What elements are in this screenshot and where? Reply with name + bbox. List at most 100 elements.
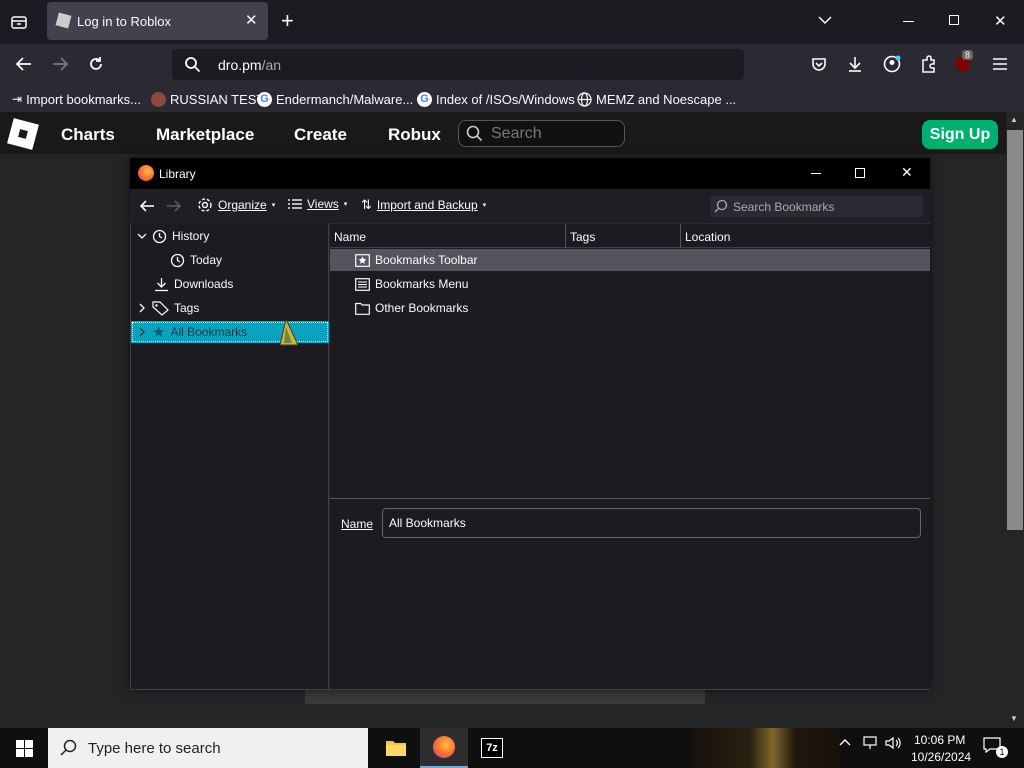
taskbar-search-box[interactable]: Type here to search <box>48 728 368 768</box>
bookmark-columns-header: Name Tags Location <box>330 224 930 248</box>
tab-title: Log in to Roblox <box>77 14 171 29</box>
column-location[interactable]: Location <box>685 230 730 244</box>
chevron-right-icon <box>137 327 147 337</box>
library-close-icon[interactable]: ✕ <box>901 164 913 181</box>
nav-marketplace[interactable]: Marketplace <box>156 125 254 145</box>
tab-close-icon[interactable]: ✕ <box>245 11 258 29</box>
minimize-icon[interactable] <box>903 21 914 22</box>
taskbar-firefox[interactable] <box>420 728 468 768</box>
library-titlebar: Library ✕ <box>130 158 930 189</box>
scrollbar-thumb[interactable] <box>1007 130 1023 530</box>
tree-item-all-bookmarks[interactable]: ★ All Bookmarks <box>137 321 247 343</box>
nav-charts[interactable]: Charts <box>61 125 115 145</box>
name-field-label: Name <box>341 517 374 531</box>
back-icon[interactable] <box>14 55 34 73</box>
reload-icon[interactable] <box>87 55 105 73</box>
app-menu-icon[interactable] <box>993 58 1007 70</box>
bookmark-import[interactable]: ⇥ Import bookmarks... <box>12 90 141 108</box>
forward-icon[interactable] <box>50 55 70 73</box>
extensions-icon[interactable] <box>920 55 937 73</box>
account-icon[interactable] <box>883 55 901 73</box>
name-field[interactable] <box>382 508 921 538</box>
bookmark-russian-test[interactable]: RUSSIAN TEST <box>151 90 264 108</box>
roblox-favicon <box>55 12 72 29</box>
seven-zip-icon: 7z <box>481 738 503 758</box>
column-divider <box>680 224 681 248</box>
chevron-down-icon <box>137 231 147 241</box>
clock-time[interactable]: 10:06 PM <box>914 733 965 747</box>
bookmark-isos[interactable]: G Index of /ISOs/Windows <box>417 90 575 108</box>
nav-create[interactable]: Create <box>294 125 347 145</box>
search-bookmarks-input[interactable]: Search Bookmarks <box>710 196 923 217</box>
views-label: Views <box>307 197 339 211</box>
library-maximize-icon[interactable] <box>855 168 865 178</box>
roblox-search-input[interactable]: Search <box>458 120 625 147</box>
chevron-down-icon: ▾ <box>271 202 276 209</box>
close-window-icon[interactable]: ✕ <box>994 12 1007 30</box>
tree-label: Tags <box>174 301 200 315</box>
horizontal-scrollbar-thumb[interactable] <box>305 690 705 704</box>
firefox-logo-icon <box>433 736 455 758</box>
ublock-extension-icon[interactable]: 8 <box>955 50 974 73</box>
bookmarks-menu-icon <box>355 277 370 291</box>
url-bar[interactable]: dro.pm/an <box>172 49 744 80</box>
show-hidden-icons[interactable] <box>838 737 852 747</box>
list-item-bookmarks-menu[interactable]: Bookmarks Menu <box>355 273 468 295</box>
organize-label: Organize <box>218 198 267 212</box>
chevron-down-icon: ▾ <box>482 202 487 209</box>
list-item-other-bookmarks[interactable]: Other Bookmarks <box>355 297 468 319</box>
bookmark-memz[interactable]: MEMZ and Noescape ... <box>577 90 736 108</box>
url-text: dro.pm/an <box>218 57 281 73</box>
bookmark-endermanch[interactable]: G Endermanch/Malware... <box>257 90 413 108</box>
tree-item-downloads[interactable]: Downloads <box>154 273 233 295</box>
folder-icon <box>355 302 370 315</box>
bookmarks-toolbar-icon <box>355 253 370 267</box>
folder-icon <box>385 739 407 757</box>
tab-list-icon[interactable] <box>10 13 28 31</box>
pocket-icon[interactable] <box>811 56 827 72</box>
sign-up-button[interactable]: Sign Up <box>922 120 998 149</box>
tab-roblox-login[interactable]: Log in to Roblox ✕ <box>47 2 268 40</box>
downloads-icon[interactable] <box>847 55 863 73</box>
url-domain: dro.pm <box>218 57 262 73</box>
list-all-tabs-icon[interactable] <box>817 14 833 26</box>
start-button[interactable] <box>0 728 48 768</box>
tree-item-history[interactable]: History <box>137 225 209 247</box>
extension-badge: 8 <box>962 50 974 60</box>
clock-date[interactable]: 10/26/2024 <box>911 750 971 764</box>
tree-label: Downloads <box>174 277 234 291</box>
restore-icon[interactable] <box>949 15 959 25</box>
views-menu[interactable]: Views ▾ <box>288 197 347 211</box>
library-back-icon[interactable] <box>138 198 156 214</box>
bookmark-label: MEMZ and Noescape ... <box>596 91 737 107</box>
column-name[interactable]: Name <box>334 230 366 244</box>
import-backup-label: Import and Backup <box>376 198 478 212</box>
tag-icon <box>152 300 169 316</box>
globe-icon <box>577 91 592 107</box>
taskbar-search-placeholder: Type here to search <box>88 740 221 757</box>
import-backup-menu[interactable]: ⇅ Import and Backup ▾ <box>361 197 486 213</box>
column-tags[interactable]: Tags <box>570 230 595 244</box>
library-minimize-icon[interactable] <box>811 173 821 174</box>
clock-icon <box>170 253 185 268</box>
search-icon <box>714 199 728 213</box>
star-icon: ★ <box>152 324 166 341</box>
scroll-up-icon[interactable]: ▲ <box>1010 115 1018 124</box>
search-icon <box>184 56 201 73</box>
tree-item-today[interactable]: Today <box>170 249 222 271</box>
nav-robux[interactable]: Robux <box>388 125 441 145</box>
volume-icon[interactable] <box>885 736 903 750</box>
new-tab-icon[interactable]: + <box>281 10 294 32</box>
list-item-bookmarks-toolbar[interactable]: Bookmarks Toolbar <box>355 249 478 271</box>
notification-count: 1 <box>996 746 1008 758</box>
scroll-down-icon[interactable]: ▼ <box>1010 714 1018 723</box>
library-forward-icon[interactable] <box>165 198 183 214</box>
organize-menu[interactable]: Organize ▾ <box>197 197 275 213</box>
network-icon[interactable] <box>862 736 878 750</box>
tree-label: Today <box>190 253 223 267</box>
taskbar-file-explorer[interactable] <box>372 728 420 768</box>
tree-item-tags[interactable]: Tags <box>137 297 199 319</box>
taskbar-7zip[interactable]: 7z <box>468 728 516 768</box>
google-icon: G <box>417 91 432 107</box>
gear-icon <box>197 197 213 213</box>
